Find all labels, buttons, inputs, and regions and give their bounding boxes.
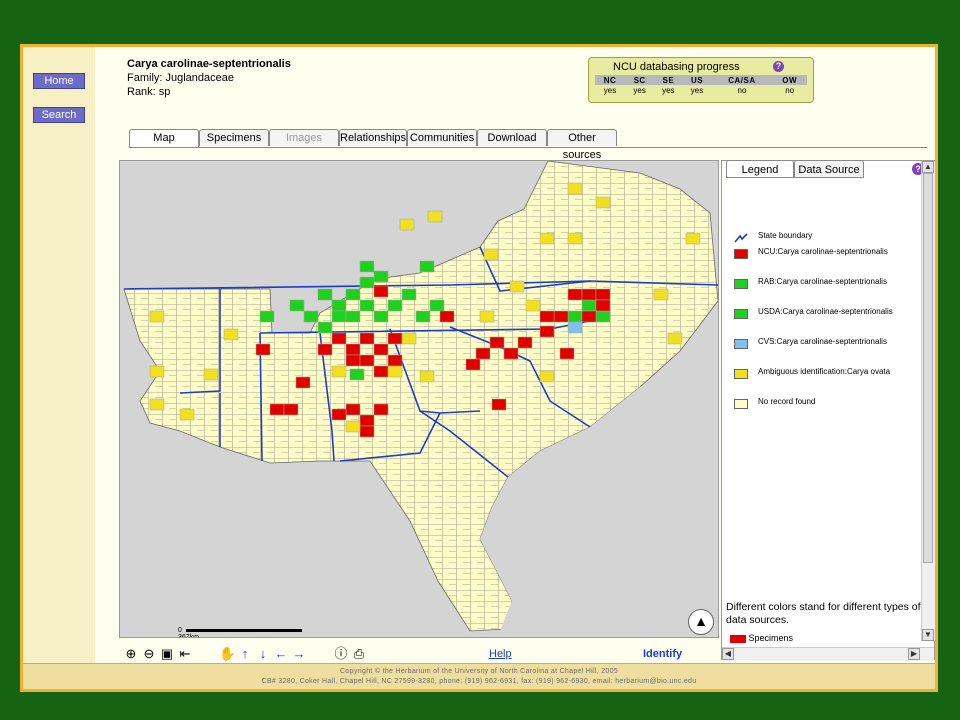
progress-val-casa: no [737, 86, 747, 95]
scroll-left-icon[interactable]: ◀ [722, 648, 734, 660]
tab-communities[interactable]: Communities [407, 129, 477, 146]
specimens-swatch [730, 634, 746, 643]
tab-download[interactable]: Download [477, 129, 547, 146]
tab-legend[interactable]: Legend [726, 160, 794, 178]
scale-end: 367km [178, 634, 200, 638]
legend-item: USDA:Carya carolinae-septentrionalis [732, 307, 912, 337]
legend-label: No record found [758, 397, 816, 406]
databasing-progress-panel: NCU databasing progress ? NC SC SE US CA… [588, 57, 814, 103]
legend-label: USDA:Carya carolinae-septentrionalis [758, 307, 893, 316]
scroll-down-icon[interactable]: ▼ [922, 629, 934, 641]
legend-item: RAB:Carya carolinae-septentrionalis [732, 277, 912, 307]
taxon-header: Carya carolinae-septentrionalis Family: … [127, 57, 291, 99]
horizontal-scrollbar[interactable]: ◀ ▶ [722, 647, 934, 661]
scroll-thumb[interactable] [923, 173, 933, 563]
scroll-right-icon[interactable]: ▶ [908, 648, 920, 660]
help-link[interactable]: Help [489, 648, 512, 660]
legend-label: Ambiguous identification:Carya ovata [758, 367, 891, 376]
legend-label: RAB:Carya carolinae-septentrionalis [758, 277, 887, 286]
map-toolbar: ⊕ ⊖ ▣ ⇤ ✋ ↑ ↓ ← → ⓘ ⎙ Help Identify [119, 645, 719, 665]
specimens-legend: Specimens [730, 633, 793, 643]
north-arrow-icon: ▲ [688, 609, 714, 635]
progress-val-se: yes [662, 86, 675, 95]
legend-label: CVS:Carya carolinae-septentrionalis [758, 337, 887, 346]
legend-swatch [734, 309, 748, 319]
progress-val-nc: yes [603, 86, 617, 95]
footer: Copyright © the Herbarium of the Univers… [23, 663, 935, 689]
zoom-extent-icon[interactable]: ▣ [159, 647, 175, 661]
progress-val-ow: no [785, 86, 795, 95]
help-icon[interactable]: ? [773, 61, 784, 72]
family-label: Family: Juglandaceae [127, 72, 235, 84]
cvs-county [567, 321, 583, 334]
zoom-in-icon[interactable]: ⊕ [123, 647, 139, 661]
progress-table: NC SC SE US CA/SA OW yes yes yes yes no … [595, 75, 807, 96]
legend-swatch [734, 339, 748, 349]
legend-item: Ambiguous identification:Carya ovata [732, 367, 912, 397]
legend-list: State boundary NCU:Carya carolinae-septe… [732, 231, 912, 427]
pan-down-icon[interactable]: ↓ [255, 647, 271, 661]
tab-divider [129, 147, 927, 148]
legend-swatch [734, 279, 748, 289]
contact-text: CB# 3280, Coker Hall, Chapel Hill, NC 27… [261, 678, 697, 685]
legend-swatch [734, 399, 748, 409]
progress-val-us: yes [690, 86, 704, 95]
pan-up-icon[interactable]: ↑ [237, 647, 253, 661]
legend-item: State boundary [732, 231, 912, 247]
rank-label: Rank: sp [127, 86, 171, 98]
app-frame: Home Search Carya carolinae-septentriona… [20, 44, 938, 692]
pan-left-icon[interactable]: ← [273, 647, 289, 661]
zoom-out-icon[interactable]: ⊖ [141, 647, 157, 661]
scroll-up-icon[interactable]: ▲ [922, 161, 934, 173]
progress-col-nc: NC [595, 75, 626, 85]
progress-col-ow: OW [772, 75, 807, 85]
search-button[interactable]: Search [33, 107, 85, 123]
copyright-text: Copyright © the Herbarium of the Univers… [340, 668, 618, 675]
scale-start: 0 [178, 627, 182, 634]
legend-swatch [734, 249, 748, 259]
tab-data-source[interactable]: Data Source [794, 160, 864, 178]
state-boundary-line-icon [734, 233, 748, 243]
tab-map[interactable]: Map [129, 129, 199, 148]
legend-label: State boundary [758, 231, 813, 240]
map-canvas[interactable] [120, 161, 719, 638]
progress-col-sc: SC [625, 75, 655, 85]
progress-title: NCU databasing progress [613, 61, 740, 73]
progress-col-se: SE [654, 75, 683, 85]
vertical-scrollbar[interactable]: ▲ ▼ [921, 161, 935, 641]
distribution-map[interactable]: 0 367km ▲ [119, 160, 719, 638]
scale-line [185, 628, 302, 632]
progress-val-sc: yes [633, 86, 646, 95]
legend-item: NCU:Carya carolinae-septentrionalis [732, 247, 912, 277]
info-icon[interactable]: ⓘ [333, 647, 349, 661]
progress-col-casa: CA/SA [711, 75, 773, 85]
identify-link[interactable]: Identify [643, 648, 682, 660]
tab-other-sources[interactable]: Other sources [547, 129, 617, 161]
scale-bar: 0 367km [178, 627, 308, 638]
pan-right-icon[interactable]: → [291, 647, 307, 661]
legend-swatch [734, 369, 748, 379]
species-name: Carya carolinae-septentrionalis [127, 58, 291, 70]
print-icon[interactable]: ⎙ [351, 647, 367, 661]
back-icon[interactable]: ⇤ [177, 647, 193, 661]
legend-note: Different colors stand for different typ… [726, 601, 921, 626]
specimens-label: Specimens [748, 633, 794, 643]
legend-item: CVS:Carya carolinae-septentrionalis [732, 337, 912, 367]
progress-col-us: US [682, 75, 712, 85]
tab-relationships[interactable]: Relationships [339, 129, 407, 146]
legend-label: NCU:Carya carolinae-septentrionalis [758, 247, 888, 256]
legend-item: No record found [732, 397, 912, 427]
pan-icon[interactable]: ✋ [219, 647, 235, 661]
sidebar: Home Search [23, 47, 95, 663]
legend-panel: Legend Data Source ? State boundary NCU:… [721, 160, 935, 661]
home-button[interactable]: Home [33, 73, 85, 89]
tab-images[interactable]: Images [269, 129, 339, 146]
tab-specimens[interactable]: Specimens [199, 129, 269, 146]
